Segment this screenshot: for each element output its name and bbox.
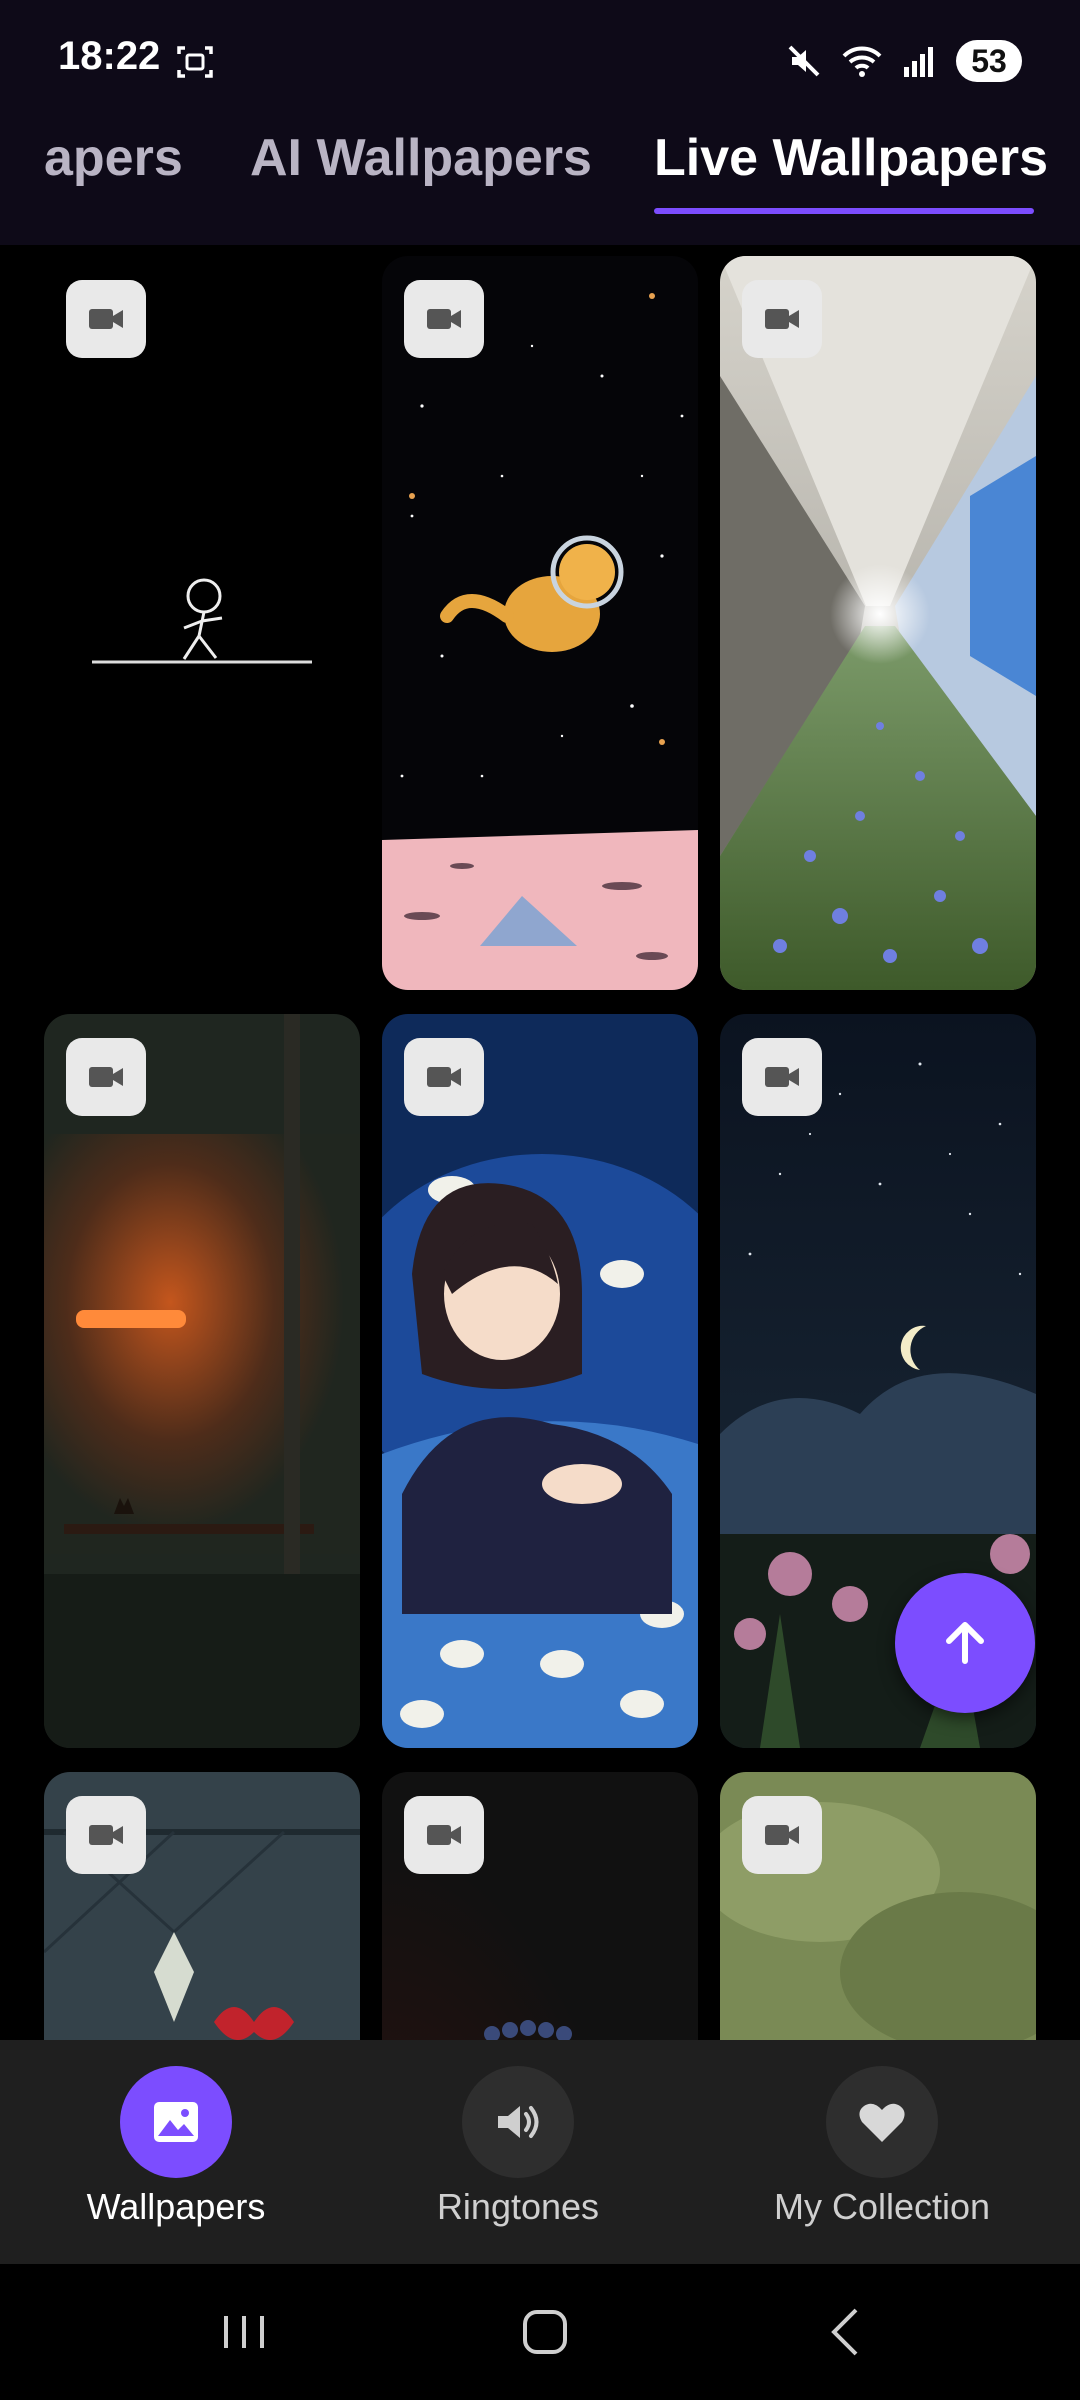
- video-camera-icon: [404, 1796, 484, 1874]
- video-camera-icon: [66, 1796, 146, 1874]
- wallpaper-thumbnail: [44, 256, 360, 990]
- nav-wallpapers-label: Wallpapers: [86, 2186, 266, 2227]
- arrow-up-icon: [946, 1622, 984, 1664]
- signal-icon: [904, 47, 933, 77]
- app-header: 18:22 53 apers AI Wallpapers Live Wallpa…: [0, 0, 1080, 245]
- nav-my-collection[interactable]: My Collection: [722, 2066, 1042, 2246]
- screenshot-icon: [177, 46, 213, 78]
- tab-wallpapers[interactable]: apers: [44, 128, 183, 188]
- video-camera-icon: [66, 280, 146, 358]
- video-camera-icon: [404, 280, 484, 358]
- home-button[interactable]: [515, 2302, 575, 2362]
- nav-my-collection-label: My Collection: [773, 2186, 991, 2227]
- wallpaper-thumbnail: [720, 256, 1036, 990]
- wallpaper-thumbnail: [382, 256, 698, 990]
- wallpaper-card-green-clouds[interactable]: [720, 1772, 1036, 2040]
- wallpaper-card-girl-in-bed[interactable]: [382, 1014, 698, 1748]
- nav-ringtones[interactable]: Ringtones: [358, 2066, 678, 2246]
- nav-wallpapers-pill: [120, 2066, 232, 2178]
- nav-ringtones-pill: [462, 2066, 574, 2178]
- mute-icon: [788, 45, 820, 77]
- wallpaper-card-orange-lamp-room[interactable]: [44, 1014, 360, 1748]
- wallpaper-card-space-cat[interactable]: [382, 256, 698, 990]
- tab-indicator: [654, 208, 1034, 214]
- wallpaper-card-stick-figure[interactable]: [44, 256, 360, 990]
- tab-ai-wallpapers[interactable]: AI Wallpapers: [250, 128, 592, 188]
- tab-live-wallpapers[interactable]: Live Wallpapers: [654, 128, 1048, 188]
- video-camera-icon: [66, 1038, 146, 1116]
- video-camera-icon: [404, 1038, 484, 1116]
- nav-ringtones-label: Ringtones: [436, 2186, 600, 2227]
- video-camera-icon: [742, 1038, 822, 1116]
- battery-icon: 53: [956, 40, 1022, 82]
- wallpaper-card-flower-corridor[interactable]: [720, 256, 1036, 990]
- back-button[interactable]: [818, 2302, 878, 2362]
- wifi-icon: [842, 46, 882, 77]
- status-time: 18:22: [58, 34, 161, 78]
- wallpaper-card-window-bow[interactable]: [44, 1772, 360, 2040]
- recents-button[interactable]: [214, 2302, 274, 2362]
- video-camera-icon: [742, 280, 822, 358]
- speaker-icon: [498, 2106, 539, 2138]
- wallpaper-thumbnail: [44, 1014, 360, 1748]
- wallpaper-thumbnail: [382, 1014, 698, 1748]
- bottom-navigation: Wallpapers Ringtones My Collection: [0, 2040, 1080, 2264]
- system-navigation-bar: [0, 2264, 1080, 2400]
- category-tabs: apers AI Wallpapers Live Wallpapers: [0, 118, 1080, 228]
- image-icon: [154, 2102, 198, 2142]
- nav-my-collection-pill: [826, 2066, 938, 2178]
- video-camera-icon: [742, 1796, 822, 1874]
- status-bar: 18:22 53: [0, 0, 1080, 120]
- nav-wallpapers[interactable]: Wallpapers: [16, 2066, 336, 2246]
- scroll-to-top-button[interactable]: [895, 1573, 1035, 1713]
- wallpaper-card-dark-blueberries[interactable]: [382, 1772, 698, 2040]
- heart-icon: [859, 2103, 905, 2142]
- wallpaper-grid: [44, 256, 1036, 2040]
